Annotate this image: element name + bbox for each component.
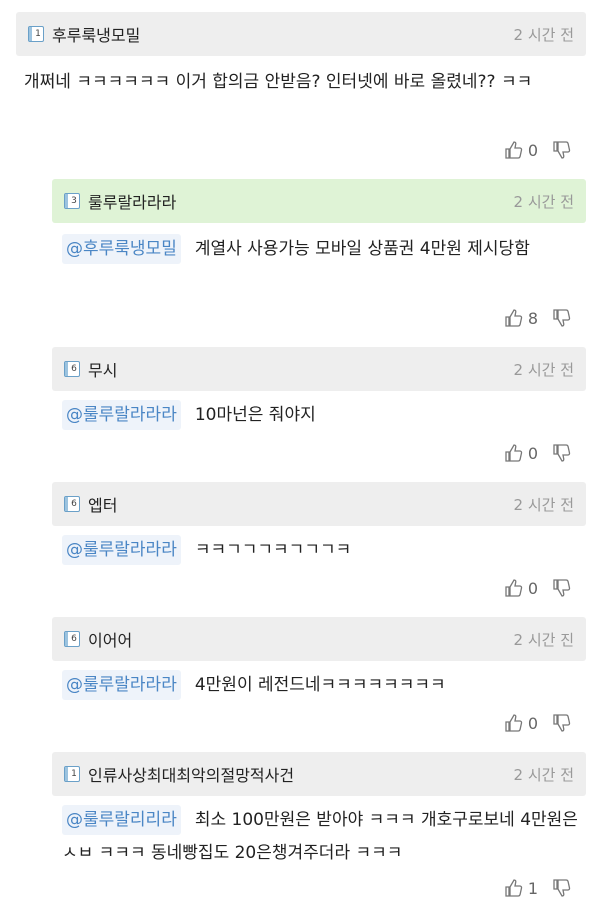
- level-badge-icon: 6: [64, 496, 80, 512]
- comment-time: 2 시간 전: [513, 360, 574, 379]
- comment-time: 2 시간 전: [513, 25, 574, 44]
- comment-header: 6 이어어 2 시간 진: [52, 617, 586, 661]
- comment-author[interactable]: 룰루랄라라라: [88, 189, 176, 213]
- thumbs-up-icon: [505, 579, 522, 597]
- comment-text: @후루룩냉모밀 계열사 사용가능 모바일 상품권 4만원 제시당함: [62, 233, 582, 266]
- dislike-button[interactable]: [552, 878, 572, 898]
- comment-text: @룰루랄리리라 최소 100만원은 받아야 ㅋㅋㅋ 개호구로보네 4만원은 ㅅㅂ …: [62, 804, 586, 870]
- comment-header: 1 인류사상최대최악의절망적사건 2 시간 전: [52, 752, 586, 796]
- thumbs-down-icon: [553, 579, 571, 597]
- reply: 6 엡터 2 시간 전 @룰루랄라라라 ㅋㅋㄱㄱㄱㅋㄱㄱㄱㅋ 0: [0, 478, 600, 613]
- thumbs-down-icon: [553, 309, 571, 327]
- comment-time: 2 시간 진: [513, 630, 574, 649]
- dislike-button[interactable]: [552, 443, 572, 463]
- thumbs-up-icon: [505, 714, 522, 732]
- vote-bar: 0: [504, 443, 572, 463]
- mention-tag[interactable]: @룰루랄라라라: [62, 535, 181, 565]
- comment-time: 2 시간 전: [513, 192, 574, 211]
- dislike-button[interactable]: [552, 140, 572, 160]
- comment-text: @룰루랄라라라 10마넌은 줘야지: [62, 399, 582, 432]
- like-button[interactable]: [504, 878, 524, 898]
- comment-author[interactable]: 이어어: [88, 627, 132, 651]
- mention-tag[interactable]: @룰루랄리리라: [62, 805, 181, 835]
- level-badge-icon: 6: [64, 361, 80, 377]
- reply: 6 이어어 2 시간 진 @룰루랄라라라 4만원이 레전드네ㅋㅋㅋㅋㅋㅋㅋㅋ 0: [0, 613, 600, 748]
- thumbs-down-icon: [553, 444, 571, 462]
- mention-tag[interactable]: @룰루랄라라라: [62, 670, 181, 700]
- dislike-button[interactable]: [552, 713, 572, 733]
- comment-author[interactable]: 엡터: [88, 492, 117, 516]
- comment-header: 6 무시 2 시간 전: [52, 347, 586, 391]
- level-badge-icon: 1: [64, 766, 80, 782]
- dislike-button[interactable]: [552, 308, 572, 328]
- vote-bar: 0: [504, 140, 572, 160]
- vote-bar: 1: [504, 878, 572, 898]
- comment-header: 6 엡터 2 시간 전: [52, 482, 586, 526]
- level-badge-icon: 3: [64, 193, 80, 209]
- like-count: 0: [527, 578, 538, 598]
- reply: 6 무시 2 시간 전 @룰루랄라라라 10마넌은 줘야지 0: [0, 343, 600, 478]
- vote-bar: 0: [504, 578, 572, 598]
- comment: 1 후루룩냉모밀 2 시간 전 개쩌네 ㅋㅋㅋㅋㅋㅋ 이거 합의금 안받음? 인…: [0, 0, 600, 175]
- thumbs-down-icon: [553, 141, 571, 159]
- reply: 3 룰루랄라라라 2 시간 전 @후루룩냉모밀 계열사 사용가능 모바일 상품권 …: [0, 175, 600, 343]
- comment-time: 2 시간 전: [513, 765, 574, 784]
- comment-header: 3 룰루랄라라라 2 시간 전: [52, 179, 586, 223]
- like-count: 0: [527, 140, 538, 160]
- like-button[interactable]: [504, 308, 524, 328]
- comment-header: 1 후루룩냉모밀 2 시간 전: [16, 12, 586, 56]
- like-button[interactable]: [504, 578, 524, 598]
- thumbs-up-icon: [505, 444, 522, 462]
- thumbs-down-icon: [553, 879, 571, 897]
- mention-tag[interactable]: @룰루랄라라라: [62, 400, 181, 430]
- comment-text: @룰루랄라라라 4만원이 레전드네ㅋㅋㅋㅋㅋㅋㅋㅋ: [62, 669, 582, 702]
- like-count: 1: [527, 878, 538, 898]
- comment-text: 개쩌네 ㅋㅋㅋㅋㅋㅋ 이거 합의금 안받음? 인터넷에 바로 올렸네?? ㅋㅋ: [24, 72, 533, 92]
- reply: 1 인류사상최대최악의절망적사건 2 시간 전 @룰루랄리리라 최소 100만원은…: [0, 748, 600, 914]
- mention-tag[interactable]: @후루룩냉모밀: [62, 234, 181, 264]
- like-button[interactable]: [504, 443, 524, 463]
- comment-author[interactable]: 인류사상최대최악의절망적사건: [88, 762, 294, 786]
- like-button[interactable]: [504, 140, 524, 160]
- vote-bar: 0: [504, 713, 572, 733]
- like-count: 0: [527, 713, 538, 733]
- comment-author[interactable]: 후루룩냉모밀: [52, 22, 140, 46]
- dislike-button[interactable]: [552, 578, 572, 598]
- thumbs-up-icon: [505, 141, 522, 159]
- thumbs-down-icon: [553, 714, 571, 732]
- like-count: 0: [527, 443, 538, 463]
- level-badge-icon: 6: [64, 631, 80, 647]
- vote-bar: 8: [504, 308, 572, 328]
- comment-author[interactable]: 무시: [88, 357, 117, 381]
- thumbs-up-icon: [505, 879, 522, 897]
- like-button[interactable]: [504, 713, 524, 733]
- comment-time: 2 시간 전: [513, 495, 574, 514]
- thumbs-up-icon: [505, 309, 522, 327]
- like-count: 8: [527, 308, 538, 328]
- level-badge-icon: 1: [28, 26, 44, 42]
- comment-text: @룰루랄라라라 ㅋㅋㄱㄱㄱㅋㄱㄱㄱㅋ: [62, 534, 582, 567]
